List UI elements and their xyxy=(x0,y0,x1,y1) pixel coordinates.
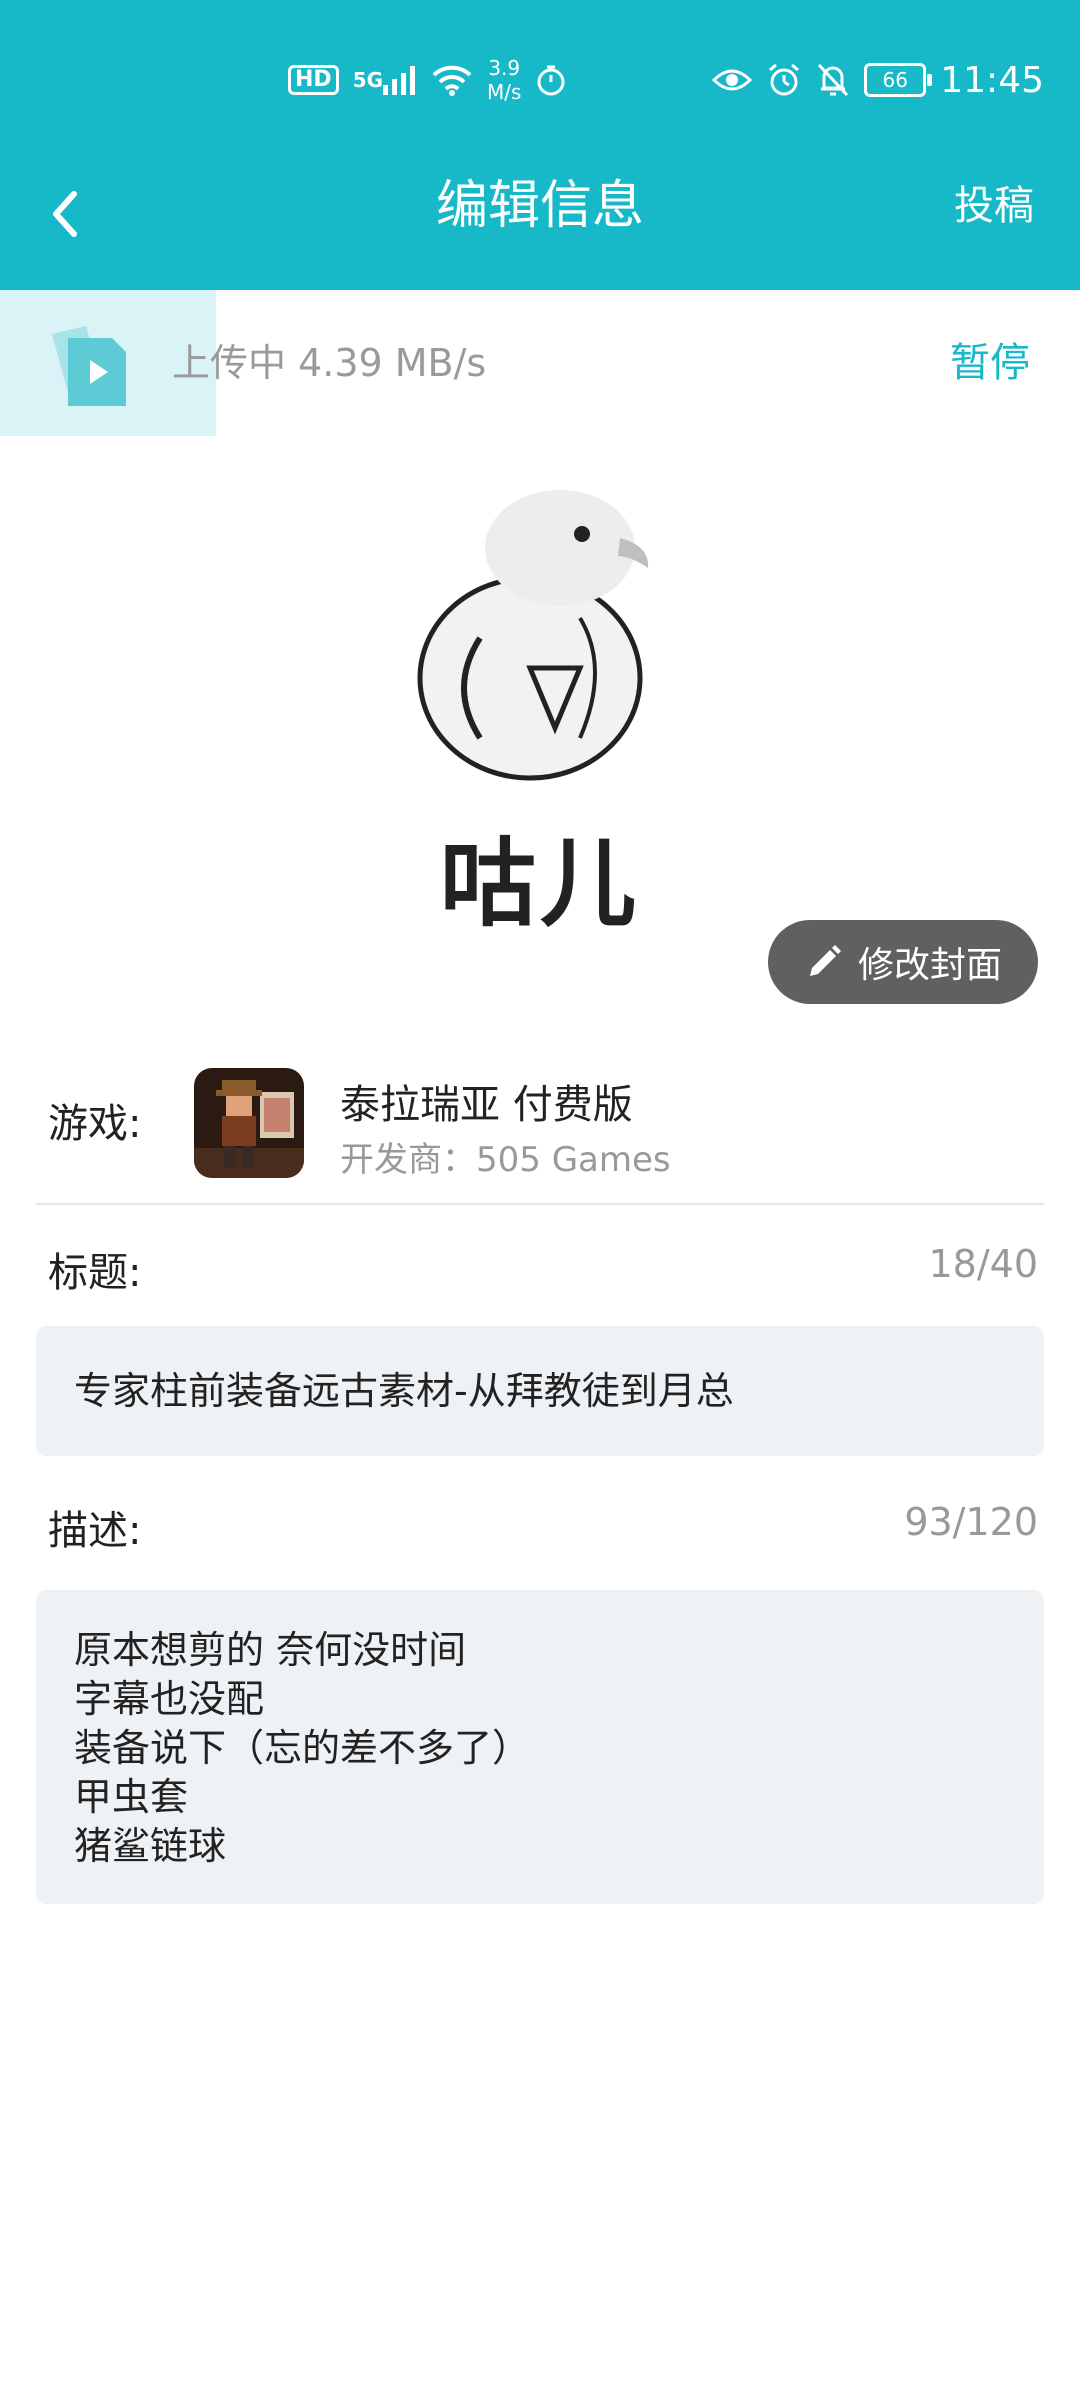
speed-unit: M/s xyxy=(487,80,522,104)
edit-cover-button[interactable]: 修改封面 xyxy=(768,920,1038,1004)
description-input[interactable]: 原本想剪的 奈何没时间 字幕也没配 装备说下（忘的差不多了） 甲虫套 猪鲨链球 xyxy=(36,1590,1044,1904)
upload-progress-bar: 上传中 4.39 MB/s 暂停 xyxy=(0,290,1080,436)
upload-status-text: 上传中 4.39 MB/s xyxy=(172,341,487,385)
description-line: 猪鲨链球 xyxy=(74,1824,227,1868)
network-type: 5G xyxy=(352,68,384,92)
page-title: 编辑信息 xyxy=(435,176,644,236)
network-speed: 3.9 M/s xyxy=(487,56,521,104)
pause-upload-button[interactable]: 暂停 xyxy=(950,290,1030,436)
pencil-icon xyxy=(809,945,841,976)
video-file-icon xyxy=(46,320,136,412)
wifi-icon xyxy=(431,64,473,96)
description-line: 原本想剪的 奈何没时间 xyxy=(74,1628,467,1672)
status-bar-system: 66 11:45 xyxy=(712,52,1044,108)
alarm-icon xyxy=(766,62,802,98)
game-label: 游戏: xyxy=(48,1101,142,1147)
description-line: 装备说下（忘的差不多了） xyxy=(74,1726,531,1770)
title-counter: 18/40 xyxy=(928,1242,1038,1286)
description-counter: 93/120 xyxy=(904,1500,1038,1544)
signal-icon: 5G xyxy=(353,65,417,95)
description-line: 甲虫套 xyxy=(74,1775,189,1819)
status-bar: HD 5G 3.9 M/s 66 11:45 xyxy=(0,0,1080,150)
submit-button[interactable]: 投稿 xyxy=(954,150,1034,270)
app-bar: 编辑信息 投稿 xyxy=(0,150,1080,290)
game-developer: 开发商：505 Games xyxy=(340,1140,671,1180)
mute-bell-icon xyxy=(816,62,850,98)
status-bar-network: HD 5G 3.9 M/s xyxy=(288,52,567,108)
cover-image: 咕儿 xyxy=(330,438,750,940)
game-name: 泰拉瑞亚 付费版 xyxy=(340,1082,633,1128)
description-line: 字幕也没配 xyxy=(74,1677,265,1721)
eye-comfort-icon xyxy=(712,65,753,95)
title-label: 标题: xyxy=(48,1250,142,1296)
title-input[interactable]: 专家柱前装备远古素材-从拜教徒到月总 xyxy=(36,1326,1044,1456)
edit-cover-label: 修改封面 xyxy=(857,945,1002,986)
pigeon-illustration xyxy=(330,438,750,798)
speed-value: 3.9 xyxy=(488,56,521,80)
cover-caption: 咕儿 xyxy=(440,828,640,940)
timer-icon xyxy=(535,64,567,96)
description-label: 描述: xyxy=(48,1508,142,1554)
game-selector[interactable]: 游戏: 泰拉瑞亚 付费版 开发商：505 Games xyxy=(0,1040,1080,1200)
clock: 11:45 xyxy=(940,59,1044,101)
battery-icon: 66 xyxy=(864,63,933,97)
hd-icon: HD xyxy=(288,65,339,95)
chevron-left-icon xyxy=(53,191,77,237)
back-button[interactable] xyxy=(40,184,110,254)
divider xyxy=(36,1203,1044,1205)
game-icon xyxy=(194,1068,304,1178)
